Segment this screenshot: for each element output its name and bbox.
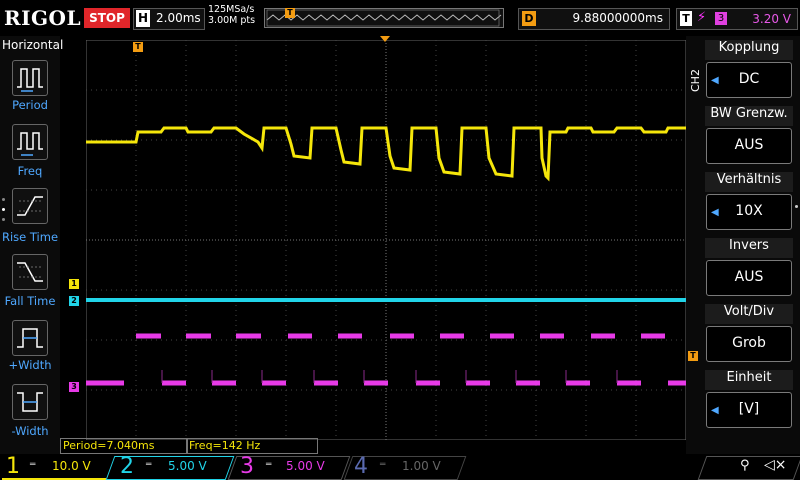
ch2-offset-marker[interactable]: 2 [69,296,79,306]
coupling-title: Kopplung [705,40,793,60]
page-dot [2,198,5,201]
bandwidth-limit-menu[interactable]: BW Grenzw. AUS [705,106,793,166]
top-status-bar: RIGOL STOP H 2.00ms 125MSa/s 3.00M pts T… [0,0,800,36]
ch1-number: 1 [6,454,20,479]
negative-width-button[interactable] [12,384,48,420]
bandwidth-limit-value-box[interactable]: AUS [706,128,792,164]
unit-value-box[interactable]: ◀ [V] [706,392,792,428]
unit-value: [V] [738,401,760,417]
ch3-offset-marker[interactable]: 3 [69,382,79,392]
speaker-muted-icon[interactable]: ◁× [764,457,787,473]
probe-ratio-value-box[interactable]: ◀ 10X [706,194,792,230]
acquisition-info: 125MSa/s 3.00M pts [208,4,255,26]
invert-menu[interactable]: Invers AUS [705,238,793,298]
trigger-position-marker[interactable]: T [133,42,143,52]
ch4-number: 4 [354,454,368,479]
horizontal-key: H [136,10,150,27]
invert-value: AUS [734,269,764,285]
fall-time-icon [17,262,43,282]
positive-width-button[interactable] [12,320,48,356]
volt-div-menu[interactable]: Volt/Div Grob [705,304,793,364]
trigger-level-marker[interactable]: T [688,351,698,361]
freq-button[interactable] [12,124,48,160]
negative-width-label: -Width [11,424,49,438]
scroll-dot [795,205,798,208]
page-dot [2,218,5,221]
timebase-value: 2.00ms [156,11,201,25]
ch1-offset-marker[interactable]: 1 [69,279,79,289]
coupling-value-box[interactable]: ◀ DC [706,62,792,98]
period-measurement: Period=7.040ms [60,438,188,454]
probe-ratio-title: Verhältnis [705,172,793,192]
unit-menu[interactable]: Einheit ◀ [V] [705,370,793,430]
negative-width-icon [17,392,43,412]
freq-label: Freq [17,164,43,178]
rise-time-button[interactable] [12,188,48,224]
dc-coupling-icon: ═ [146,460,152,470]
usb-icon: ⚲ [740,458,750,473]
coupling-menu[interactable]: Kopplung ◀ DC [705,40,793,100]
dc-coupling-icon: ═ [30,460,36,470]
probe-ratio-menu[interactable]: Verhältnis ◀ 10X [705,172,798,232]
fall-time-label: Fall Time [4,294,56,308]
ch1-scale: 10.0 V [52,459,91,473]
trigger-source: 3 [715,12,727,25]
probe-ratio-value: 10X [735,203,763,219]
brand-logo: RIGOL [4,6,82,30]
bandwidth-limit-value: AUS [734,137,764,153]
timebase-box[interactable]: H 2.00ms [133,8,205,30]
volt-div-value: Grob [732,335,766,351]
rise-time-label: Rise Time [1,230,59,244]
delay-value: 9.88000000ms [572,11,663,25]
invert-value-box[interactable]: AUS [706,260,792,296]
fall-time-button[interactable] [12,254,48,290]
sample-rate: 125MSa/s [208,4,255,15]
left-panel-title: Horizontal [2,38,64,52]
period-label: Period [12,98,48,112]
ch3-number: 3 [240,454,254,479]
delay-box[interactable]: D 9.88000000ms [518,8,670,30]
positive-width-icon [17,328,43,348]
trigger-level: 3.20 V [752,12,791,26]
volt-div-value-box[interactable]: Grob [706,326,792,362]
trigger-box[interactable]: T ⚡ 3 3.20 V [676,8,798,30]
unit-title: Einheit [705,370,793,390]
dc-coupling-icon: ═ [266,460,272,470]
invert-title: Invers [705,238,793,258]
memory-overview-waveform [266,9,502,27]
ch4-scale: 1.00 V [402,459,441,473]
center-position-marker [380,36,390,42]
bandwidth-limit-title: BW Grenzw. [705,106,793,126]
volt-div-title: Volt/Div [705,304,793,324]
freq-measurement: Freq=142 Hz [186,438,318,454]
memory-trigger-marker: T [285,8,295,18]
delay-key: D [522,11,536,26]
coupling-value: DC [738,71,760,87]
waveform-display[interactable] [86,40,686,440]
memory-depth: 3.00M pts [208,15,256,26]
ch2-number: 2 [120,454,134,479]
dc-coupling-icon: ═ [380,460,386,470]
page-dot [2,208,5,211]
trigger-key: T [680,11,692,26]
run-stop-status[interactable]: STOP [84,8,130,28]
menu-channel-tag: CH2 [689,69,702,92]
freq-icon [17,132,43,156]
period-button[interactable] [12,60,48,96]
ch2-scale: 5.00 V [168,459,207,473]
ch3-scale: 5.00 V [286,459,325,473]
period-icon [17,68,43,92]
rising-edge-icon: ⚡ [697,10,707,25]
rise-time-icon [17,196,43,216]
memory-overview[interactable]: T [264,8,504,28]
positive-width-label: +Width [8,358,52,372]
